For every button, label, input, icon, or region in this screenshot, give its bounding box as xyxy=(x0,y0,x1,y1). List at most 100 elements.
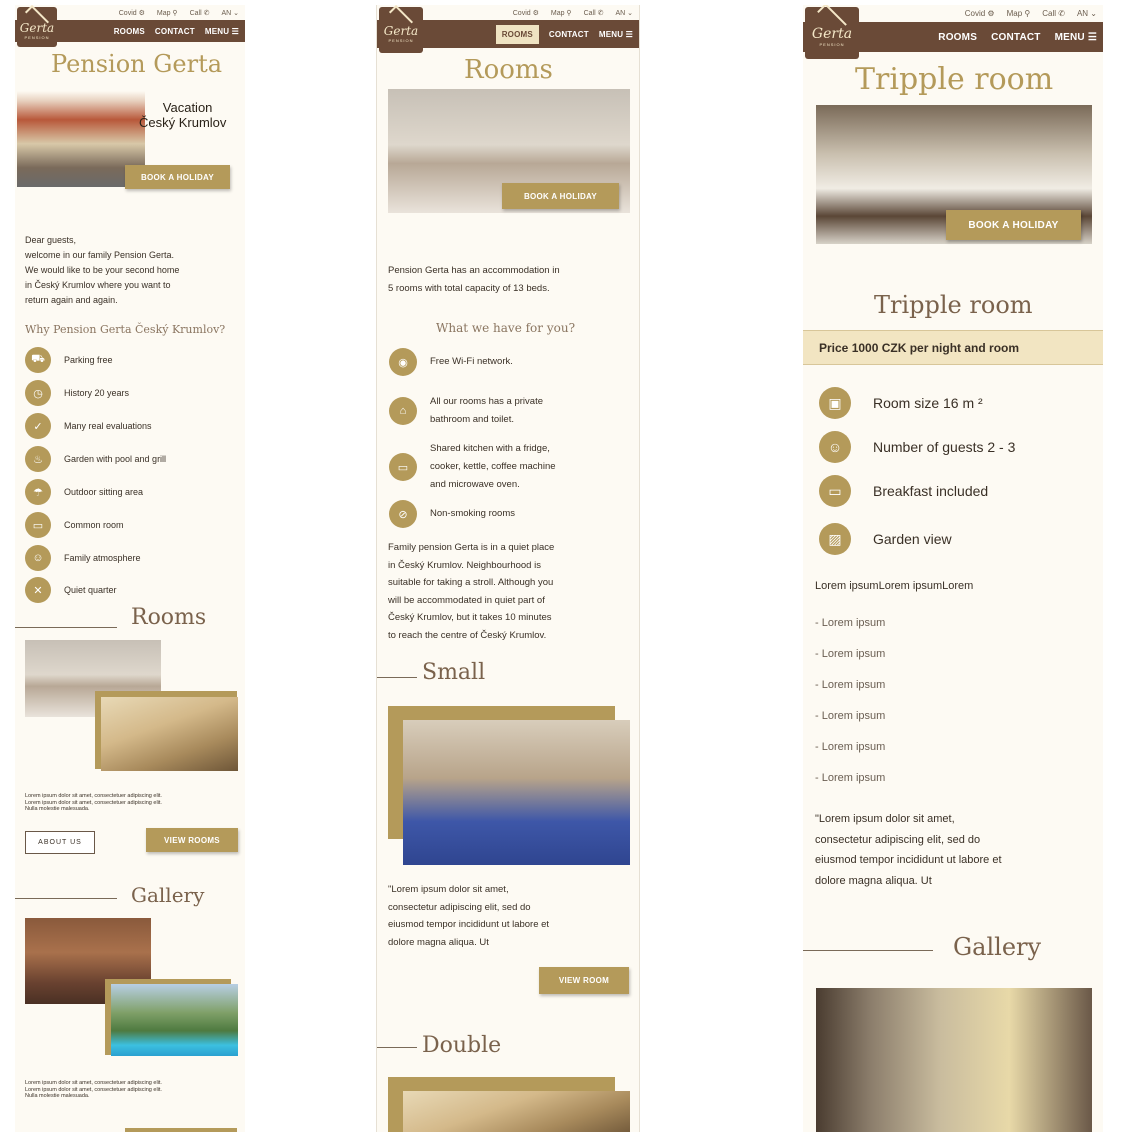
list-item: - Lorem ipsum xyxy=(815,679,886,691)
list-item: - Lorem ipsum xyxy=(815,772,886,784)
site-header: Covid ⚙ Map ⚲ Call ✆ AN ⌄ ROOMS CONTACT … xyxy=(15,5,245,47)
book-holiday-button[interactable]: BOOK A HOLIDAY xyxy=(502,183,619,209)
small-room-heading: Small xyxy=(422,660,486,685)
family-icon: ☺ xyxy=(25,545,51,571)
breakfast-icon: ▭ xyxy=(819,475,851,507)
call-link[interactable]: Call ✆ xyxy=(190,9,210,17)
site-logo[interactable]: Gerta PENSION xyxy=(379,5,423,53)
feature-item: ✓ Many real evaluations xyxy=(25,413,152,439)
list-item: - Lorem ipsum xyxy=(815,648,886,660)
map-link[interactable]: Map ⚲ xyxy=(157,9,178,17)
section-divider xyxy=(15,627,117,628)
quiet-icon: ✕ xyxy=(25,577,51,603)
rooms-screen: Covid ⚙ Map ⚲ Call ✆ AN ⌄ ROOMS CONTACT … xyxy=(376,5,640,1132)
no-smoking-icon: ⊘ xyxy=(389,500,417,528)
list-item: - Lorem ipsum xyxy=(815,617,886,629)
book-holiday-button[interactable]: BOOK A HOLIDAY xyxy=(125,165,230,189)
nav-contact[interactable]: CONTACT xyxy=(549,30,589,39)
rooms-lorem: Lorem ipsum dolor sit amet, consectetuer… xyxy=(25,793,162,812)
section-divider xyxy=(377,677,417,678)
picture-icon: ▨ xyxy=(819,523,851,555)
nav-menu-button[interactable]: MENU ☰ xyxy=(599,30,633,39)
language-selector[interactable]: AN ⌄ xyxy=(615,9,633,17)
calendar-icon: ▣ xyxy=(819,387,851,419)
site-header: Covid ⚙ Map ⚲ Call ✆ AN ⌄ ROOMS CONTACT … xyxy=(377,5,639,53)
section-divider xyxy=(15,898,117,899)
next-button-edge[interactable] xyxy=(125,1128,237,1132)
room-feature: ▨ Garden view xyxy=(819,523,952,555)
feature-item: ⌂ All our rooms has a private bathroom and… xyxy=(389,393,543,429)
kitchen-icon: ▭ xyxy=(389,453,417,481)
nav-rooms[interactable]: ROOMS xyxy=(495,24,539,44)
call-link[interactable]: Call ✆ xyxy=(1042,9,1065,18)
wifi-icon: ◉ xyxy=(389,348,417,376)
site-header: Covid ⚙ Map ⚲ Call ✆ AN ⌄ ROOMS CONTACT … xyxy=(803,5,1103,59)
list-item: - Lorem ipsum xyxy=(815,710,886,722)
person-icon: ☺ xyxy=(819,431,851,463)
book-holiday-button[interactable]: BOOK A HOLIDAY xyxy=(946,210,1081,240)
map-link[interactable]: Map ⚲ xyxy=(1007,9,1031,18)
gallery-heading: Gallery xyxy=(131,883,205,907)
view-rooms-button[interactable]: VIEW ROOMS xyxy=(146,828,238,852)
language-selector[interactable]: AN ⌄ xyxy=(221,9,239,17)
nav-menu-button[interactable]: MENU ☰ xyxy=(1055,32,1097,43)
room-feature: ▭ Breakfast included xyxy=(819,475,988,507)
page-title: Pension Gerta xyxy=(51,50,223,78)
feature-item: ⊘ Non-smoking rooms xyxy=(389,500,515,528)
feature-item: ◉ Free Wi-Fi network. xyxy=(389,348,513,376)
rooms-intro: Pension Gerta has an accommodation in 5 … xyxy=(388,265,560,294)
attic-room-photo xyxy=(101,697,238,771)
feature-item: ♨ Garden with pool and grill xyxy=(25,446,166,472)
car-icon: ⛟ xyxy=(25,347,51,373)
double-room-heading: Double xyxy=(422,1033,502,1058)
gallery-heading: Gallery xyxy=(953,933,1042,961)
tripple-room-screen: Covid ⚙ Map ⚲ Call ✆ AN ⌄ ROOMS CONTACT … xyxy=(803,5,1103,1132)
tv-icon: ▭ xyxy=(25,512,51,538)
hero-text: Vacation Český Krumlov xyxy=(139,100,227,130)
small-room-text: "Lorem ipsum dolor sit amet, consectetur… xyxy=(388,884,550,948)
small-room-photo xyxy=(403,720,630,865)
nav-rooms[interactable]: ROOMS xyxy=(114,27,145,36)
clock-icon: ◷ xyxy=(25,380,51,406)
feature-item: ▭ Shared kitchen with a fridge, cooker, ke… xyxy=(389,440,556,494)
page-title: Tripple room xyxy=(855,62,1054,97)
section-divider xyxy=(377,1047,417,1048)
map-link[interactable]: Map ⚲ xyxy=(551,9,572,17)
room-feature: ▣ Room size 16 m ² xyxy=(819,387,983,419)
nav-rooms[interactable]: ROOMS xyxy=(938,32,977,43)
rooms-heading: Rooms xyxy=(131,605,207,630)
feature-item: ▭ Common room xyxy=(25,512,124,538)
site-logo[interactable]: Gerta PENSION xyxy=(805,5,859,59)
feature-item: ☺ Family atmosphere xyxy=(25,545,141,571)
covid-link[interactable]: Covid ⚙ xyxy=(119,9,145,17)
nav-contact[interactable]: CONTACT xyxy=(155,27,195,36)
call-link[interactable]: Call ✆ xyxy=(584,9,604,17)
why-heading: Why Pension Gerta Český Krumlov? xyxy=(25,323,226,336)
feature-item: ⛟ Parking free xyxy=(25,347,113,373)
feature-item: ☂ Outdoor sitting area xyxy=(25,479,143,505)
feature-item: ✕ Quiet quarter xyxy=(25,577,117,603)
covid-link[interactable]: Covid ⚙ xyxy=(513,9,539,17)
price-bar: Price 1000 CZK per night and room xyxy=(803,330,1103,365)
nav-menu-button[interactable]: MENU ☰ xyxy=(205,27,239,36)
about-us-button[interactable]: ABOUT US xyxy=(25,831,95,854)
welcome-text: Dear guests, welcome in our family Pensi… xyxy=(25,235,180,305)
view-room-button[interactable]: VIEW ROOM xyxy=(539,967,629,994)
feature-item: ◷ History 20 years xyxy=(25,380,129,406)
gallery-photo xyxy=(816,988,1092,1132)
gallery-lorem: Lorem ipsum dolor sit amet, consectetuer… xyxy=(25,1080,162,1099)
covid-link[interactable]: Covid ⚙ xyxy=(965,9,995,18)
site-logo[interactable]: Gerta PENSION xyxy=(17,5,57,47)
thumb-icon: ✓ xyxy=(25,413,51,439)
what-heading: What we have for you? xyxy=(436,321,576,335)
nav-contact[interactable]: CONTACT xyxy=(991,32,1041,43)
pool-photo xyxy=(111,984,238,1056)
homepage-screen: Covid ⚙ Map ⚲ Call ✆ AN ⌄ ROOMS CONTACT … xyxy=(15,5,245,1132)
bathroom-icon: ⌂ xyxy=(389,397,417,425)
pension-description: Family pension Gerta is in a quiet place… xyxy=(388,542,555,641)
language-selector[interactable]: AN ⌄ xyxy=(1077,9,1097,18)
umbrella-icon: ☂ xyxy=(25,479,51,505)
list-item: - Lorem ipsum xyxy=(815,741,886,753)
room-subtitle: Tripple room xyxy=(874,291,1033,319)
double-room-photo xyxy=(403,1091,630,1132)
